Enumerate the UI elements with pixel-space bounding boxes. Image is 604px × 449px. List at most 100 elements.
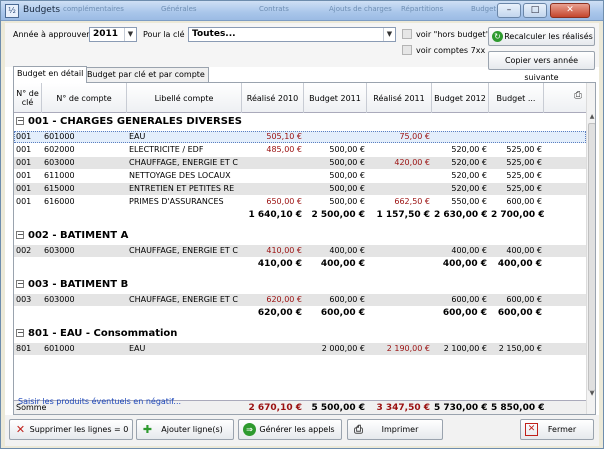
cell-cle: 002 — [16, 246, 32, 255]
table-row[interactable]: 001 601000 EAU 505,10 € 75,00 € — [14, 131, 586, 143]
col-header-budget-2012[interactable]: Budget 2012 — [432, 83, 489, 113]
tab-budget-cle-compte[interactable]: Budget par clé et par compte — [83, 67, 209, 83]
produits-negatif-link[interactable]: Saisir les produits éventuels en négatif… — [18, 397, 181, 406]
fermer-button[interactable]: ✕ Fermer — [520, 419, 594, 440]
copier-annee-suivante-button[interactable]: Copier vers année suivante — [488, 51, 595, 82]
cell-libelle: CHAUFFAGE, ENERGIE ET C — [129, 158, 238, 167]
total-budget-next: 2 700,00 € — [491, 210, 544, 220]
total-budget-next: 600,00 € — [497, 308, 542, 318]
table-row[interactable]: 003 603000 CHAUFFAGE, ENERGIE ET C 620,00 €… — [14, 294, 586, 306]
cell-budget-2011: 500,00 € — [329, 145, 365, 154]
cell-budget-2012: 520,00 € — [451, 184, 487, 193]
cell-budget-2012: 400,00 € — [451, 246, 487, 255]
print-columns-icon[interactable]: ⎙ — [574, 90, 584, 102]
cell-compte: 603000 — [44, 246, 75, 255]
total-budget-2012: 600,00 € — [442, 308, 487, 318]
close-window-button[interactable]: ✕ — [550, 3, 590, 18]
somme-realise-2011: 3 347,50 € — [376, 403, 430, 413]
cell-compte: 601000 — [44, 132, 75, 141]
background-toolbar-label: Budget — [471, 5, 497, 13]
col-header-cle[interactable]: N° de clé — [14, 83, 42, 113]
scroll-up-icon[interactable]: ▲ — [588, 113, 595, 121]
annee-select[interactable]: 2011 ▼ — [89, 27, 137, 42]
table-row[interactable]: 001 615000 ENTRETIEN ET PETITES RE 500,00 €… — [14, 183, 586, 195]
group-total-row: 410,00 € 400,00 € 400,00 € 400,00 € — [14, 258, 586, 270]
collapse-icon[interactable]: − — [16, 329, 24, 337]
maximize-button[interactable]: □ — [523, 3, 547, 18]
scroll-down-icon[interactable]: ▼ — [588, 390, 595, 398]
background-toolbar-label: Générales — [161, 5, 197, 13]
col-header-compte[interactable]: N° de compte — [42, 83, 127, 113]
total-budget-2011: 2 500,00 € — [311, 210, 365, 220]
generate-icon: ⇒ — [243, 423, 256, 436]
total-budget-2012: 2 630,00 € — [434, 210, 488, 220]
tab-budget-detail[interactable]: Budget en détail — [13, 66, 88, 83]
collapse-icon[interactable]: − — [16, 231, 24, 239]
col-header-libelle[interactable]: Libellé compte — [127, 83, 242, 113]
cell-budget-next: 525,00 € — [506, 184, 542, 193]
cell-cle: 003 — [16, 295, 32, 304]
cell-libelle: EAU — [129, 344, 146, 353]
minimize-button[interactable]: – — [497, 3, 521, 18]
cell-cle: 001 — [16, 184, 32, 193]
group-header[interactable]: −801 - EAU - Consommation — [14, 327, 586, 341]
total-realise-2010: 620,00 € — [257, 308, 302, 318]
generer-label: Générer les appels — [259, 425, 335, 434]
ajouter-label: Ajouter ligne(s) — [161, 425, 223, 434]
imprimer-label: Imprimer — [381, 425, 419, 434]
cell-realise-2011: 75,00 € — [399, 132, 430, 141]
group-header[interactable]: −003 - BATIMENT B — [14, 278, 586, 292]
imprimer-button[interactable]: ⎙ Imprimer — [347, 419, 443, 440]
vertical-scrollbar[interactable]: ▲ ▼ — [586, 83, 595, 414]
table-row[interactable]: 001 611000 NETTOYAGE DES LOCAUX 500,00 € 520… — [14, 170, 586, 182]
recalculate-icon: ↻ — [492, 31, 503, 42]
cell-cle: 001 — [16, 197, 32, 206]
background-toolbar-label: complémentaires — [63, 5, 124, 13]
col-header-realise-2011[interactable]: Réalisé 2011 — [367, 83, 432, 113]
cell-budget-2011 — [304, 131, 367, 143]
annee-label: Année à approuver — [13, 30, 90, 39]
cell-libelle: PRIMES D'ASSURANCES — [129, 197, 224, 206]
group-title: 801 - EAU - Consommation — [28, 328, 178, 339]
cell-budget-next: 600,00 € — [506, 295, 542, 304]
cell-libelle: NETTOYAGE DES LOCAUX — [129, 171, 231, 180]
collapse-icon[interactable]: − — [16, 117, 24, 125]
cell-budget-2012: 520,00 € — [451, 145, 487, 154]
table-row[interactable]: 002 603000 CHAUFFAGE, ENERGIE ET C 410,00 €… — [14, 245, 586, 257]
background-toolbar-label: Contrats — [259, 5, 289, 13]
comptes-7xx-checkbox[interactable] — [402, 45, 412, 55]
background-toolbar-label: Répartitions — [401, 5, 444, 13]
hors-budget-checkbox[interactable] — [402, 29, 412, 39]
somme-budget-next: 5 850,00 € — [491, 403, 544, 413]
ajouter-ligne-button[interactable]: ✚ Ajouter ligne(s) — [136, 419, 234, 440]
cell-realise-2010 — [242, 343, 304, 355]
cell-realise-2010: 650,00 € — [266, 197, 302, 206]
col-header-budget-next[interactable]: Budget ... — [489, 83, 544, 113]
generer-appels-button[interactable]: ⇒ Générer les appels — [238, 419, 342, 440]
col-header-budget-2011[interactable]: Budget 2011 — [304, 83, 367, 113]
cell-budget-2011: 500,00 € — [329, 171, 365, 180]
cell-budget-2011: 500,00 € — [329, 197, 365, 206]
supprimer-lignes-button[interactable]: ✕ Supprimer les lignes = 0 — [9, 419, 133, 440]
table-row[interactable]: 801 601000 EAU 2 000,00 € 2 190,00 € 2 100,00… — [14, 343, 586, 355]
group-header[interactable]: −002 - BATIMENT A — [14, 229, 586, 243]
delete-icon: ✕ — [15, 423, 26, 436]
scroll-thumb[interactable] — [588, 123, 595, 391]
cell-realise-2011: 2 190,00 € — [386, 344, 430, 353]
cle-value: Toutes... — [192, 29, 236, 39]
cell-budget-next: 600,00 € — [506, 197, 542, 206]
cell-budget-2012: 600,00 € — [451, 295, 487, 304]
table-row[interactable]: 001 603000 CHAUFFAGE, ENERGIE ET C 500,00 €… — [14, 157, 586, 169]
cell-libelle: ENTRETIEN ET PETITES RE — [129, 184, 235, 193]
group-title: 002 - BATIMENT A — [28, 230, 129, 241]
recalculer-button[interactable]: ↻ Recalculer les réalisés — [488, 27, 595, 46]
group-header[interactable]: −001 - CHARGES GENERALES DIVERSES — [14, 115, 586, 129]
cle-select[interactable]: Toutes... ▼ — [188, 27, 396, 42]
col-header-realise-2010[interactable]: Réalisé 2010 — [242, 83, 304, 113]
cell-libelle: ELECTRICITE / EDF — [129, 145, 204, 154]
table-row[interactable]: 001 602000 ELECTRICITE / EDF 485,00 € 500,00… — [14, 144, 586, 156]
table-row[interactable]: 001 616000 PRIMES D'ASSURANCES 650,00 € 500,… — [14, 196, 586, 208]
budgets-window: ½ Budgets complémentaires Générales Cont… — [0, 0, 604, 449]
collapse-icon[interactable]: − — [16, 280, 24, 288]
cell-budget-2011: 600,00 € — [329, 295, 365, 304]
